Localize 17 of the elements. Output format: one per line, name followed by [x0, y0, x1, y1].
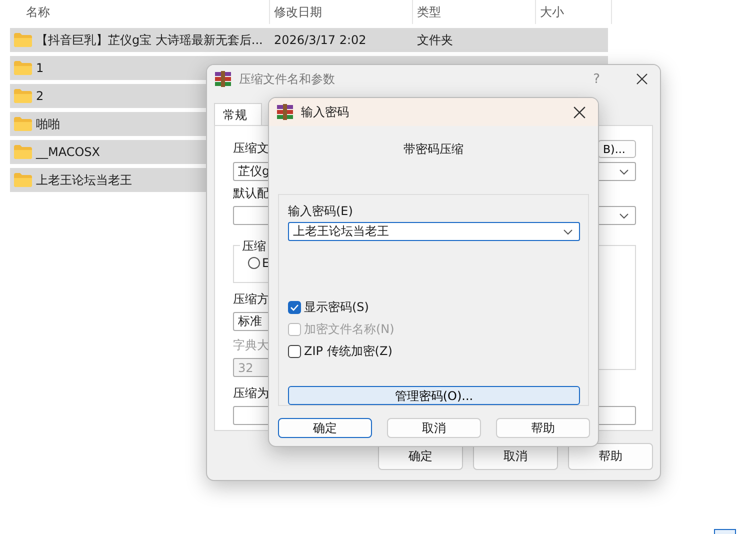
- field-label: 压缩为: [233, 385, 269, 402]
- file-type: 文件夹: [416, 32, 454, 48]
- window-title: 输入密码: [301, 104, 350, 120]
- field-label: 压缩方: [233, 291, 269, 308]
- field-label: 输入密码(E): [288, 203, 353, 220]
- file-name: 上老王论坛当老王: [36, 172, 132, 188]
- field-label: 默认配: [233, 185, 269, 202]
- window-title: 压缩文件名和参数: [239, 70, 336, 88]
- dialog-heading: 带密码压缩: [404, 140, 464, 158]
- file-name: __MACOSX: [36, 145, 100, 159]
- file-date: 2026/3/17 2:02: [273, 33, 368, 47]
- file-name: 2: [36, 89, 44, 103]
- field-label: 字典大: [233, 337, 269, 354]
- file-name: 啪啪: [36, 116, 60, 132]
- file-name: 【抖音巨乳】芷仪g宝 大诗瑶最新无套后...: [36, 32, 263, 48]
- field-label: 压缩文: [233, 140, 269, 157]
- file-name: 1: [36, 61, 44, 75]
